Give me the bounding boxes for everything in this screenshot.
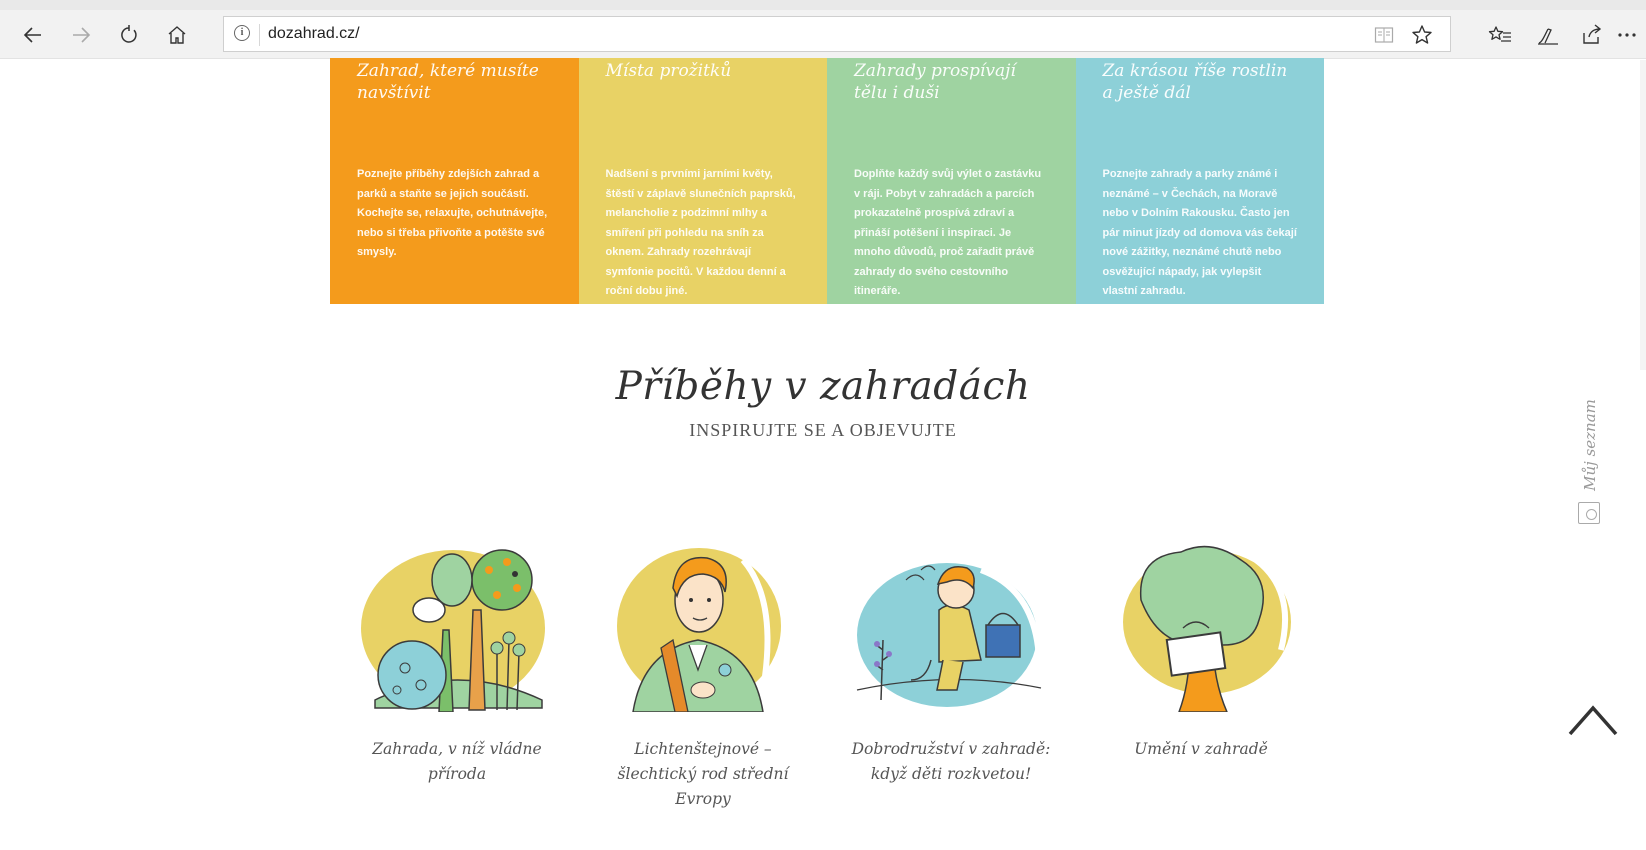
home-icon[interactable] [160, 20, 194, 50]
my-list-tab[interactable]: Můj seznam [1576, 392, 1602, 540]
story-art-in-garden[interactable]: Umění v zahradě [1096, 540, 1306, 762]
garden-trees-illustration [361, 549, 545, 712]
story-lichtenstein[interactable]: Lichtenštejnové – šlechtický rod střední… [598, 540, 808, 812]
card-title: Zahrady prospívají tělu i duši [854, 61, 1016, 103]
favorite-star-icon[interactable] [1409, 22, 1435, 48]
pen-icon[interactable] [1531, 20, 1565, 50]
card-title: Místa prožitků [605, 61, 732, 81]
story-children-adventure[interactable]: Dobrodružství v zahradě: když děti rozkv… [846, 540, 1056, 787]
back-icon[interactable] [16, 20, 50, 50]
card-text: Nadšení s prvními jarními květy, štěstí … [605, 168, 796, 297]
card-title: Za krásou říše rostlin a ještě dál [1102, 61, 1288, 103]
address-separator [259, 24, 260, 46]
card-gardens-to-visit[interactable]: Zahrad, které musíte navštívit Poznejte … [330, 58, 579, 304]
info-icon[interactable]: i [234, 25, 250, 41]
story-caption[interactable]: Lichtenštejnové – šlechtický rod střední… [598, 737, 808, 812]
card-text: Doplňte každý svůj výlet o zastávku v rá… [854, 168, 1042, 297]
reading-view-icon[interactable] [1371, 22, 1397, 48]
story-caption[interactable]: Zahrada, v níž vládne příroda [352, 737, 562, 787]
page-scrollbar[interactable] [1640, 60, 1646, 370]
tree-frame-illustration [1123, 545, 1291, 712]
tab-strip [0, 0, 1646, 10]
section-subtitle: INSPIRUJTE SE A OBJEVUJTE [689, 420, 957, 440]
story-caption[interactable]: Dobrodružství v zahradě: když děti rozkv… [846, 737, 1056, 787]
browser-toolbar: i dozahrad.cz/ [0, 0, 1646, 59]
my-list-label: Můj seznam [1581, 399, 1599, 491]
refresh-icon[interactable] [112, 20, 146, 50]
card-text: Poznejte zahrady a parky známé i neznámé… [1102, 168, 1297, 297]
nobleman-illustration [617, 548, 781, 712]
story-nature-garden[interactable]: Zahrada, v níž vládne příroda [352, 540, 562, 787]
forward-icon[interactable] [64, 20, 98, 50]
card-text: Poznejte příběhy zdejších zahrad a parků… [357, 168, 548, 258]
story-caption[interactable]: Umění v zahradě [1096, 737, 1306, 762]
card-title: Zahrad, které musíte navštívit [357, 61, 539, 103]
my-list-icon [1578, 502, 1600, 524]
card-body-and-soul[interactable]: Zahrady prospívají tělu i duši Doplňte k… [827, 58, 1076, 304]
favorites-list-icon[interactable] [1483, 20, 1517, 50]
share-icon[interactable] [1574, 20, 1608, 50]
address-bar[interactable]: i dozahrad.cz/ [223, 16, 1451, 52]
feature-cards: Zahrad, které musíte navštívit Poznejte … [330, 58, 1324, 304]
card-places-of-experience[interactable]: Místa prožitků Nadšení s prvními jarními… [578, 58, 827, 304]
scroll-to-top-icon[interactable] [1567, 702, 1619, 738]
url-text[interactable]: dozahrad.cz/ [268, 25, 360, 43]
section-title: Příběhy v zahradách [615, 364, 1031, 409]
card-plant-kingdom[interactable]: Za krásou říše rostlin a ještě dál Pozne… [1075, 58, 1324, 304]
more-icon[interactable] [1612, 20, 1642, 50]
child-gardening-illustration [856, 563, 1042, 707]
